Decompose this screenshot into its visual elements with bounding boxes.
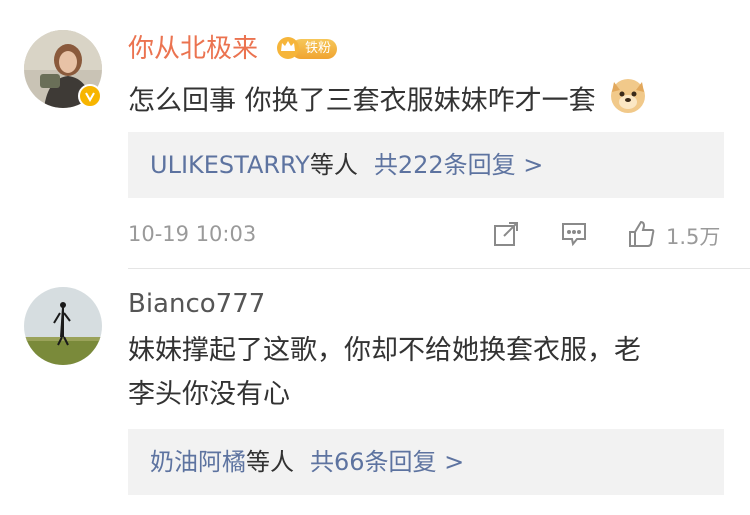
thumbs-up-icon bbox=[626, 218, 658, 254]
comment-username[interactable]: 你从北极来 bbox=[128, 34, 258, 64]
comment-text: 妹妹撑起了这歌，你却不给她换套衣服，老 李头你没有心 bbox=[128, 329, 641, 417]
verified-badge-icon bbox=[78, 84, 102, 108]
comment-button[interactable] bbox=[560, 220, 588, 252]
avatar[interactable] bbox=[24, 287, 102, 365]
comment-text-content: 怎么回事 你换了三套衣服妹妹咋才一套 bbox=[128, 85, 596, 117]
reply-summary[interactable]: ULIKESTARRY等人 共222条回复 > bbox=[128, 132, 724, 198]
share-button[interactable] bbox=[492, 220, 520, 252]
reply-count-link[interactable]: 共66条回复 > bbox=[310, 448, 464, 476]
comment-text-line-1: 妹妹撑起了这歌，你却不给她换套衣服，老 bbox=[128, 335, 641, 366]
reply-suffix: 等人 bbox=[246, 448, 294, 476]
comment-text: 怎么回事 你换了三套衣服妹妹咋才一套 bbox=[128, 76, 648, 128]
doge-emoji-icon bbox=[608, 76, 648, 128]
comment-timestamp: 10-19 10:03 bbox=[128, 222, 257, 246]
share-icon bbox=[492, 220, 520, 252]
comment-1: 你从北极来 铁粉 怎么回事 你换了三套衣服妹妹咋才一套 ULIKESTARRY等… bbox=[0, 0, 750, 268]
fan-badge[interactable]: 铁粉 bbox=[275, 35, 338, 63]
like-button[interactable]: 1.5万 bbox=[626, 218, 720, 254]
reply-summary[interactable]: 奶油阿橘等人 共66条回复 > bbox=[128, 429, 724, 495]
comment-icon bbox=[560, 220, 588, 252]
reply-user-link[interactable]: 奶油阿橘 bbox=[150, 448, 246, 476]
comment-text-line-2: 李头你没有心 bbox=[128, 379, 290, 410]
like-count: 1.5万 bbox=[666, 225, 721, 249]
comment-username[interactable]: Bianco777 bbox=[128, 289, 265, 319]
reply-user-link[interactable]: ULIKESTARRY bbox=[150, 151, 310, 179]
reply-suffix: 等人 bbox=[309, 151, 358, 179]
crown-icon bbox=[275, 35, 301, 63]
reply-count-link[interactable]: 共222条回复 > bbox=[374, 151, 544, 179]
comment-2: Bianco777 妹妹撑起了这歌，你却不给她换套衣服，老 李头你没有心 奶油阿… bbox=[0, 269, 750, 515]
